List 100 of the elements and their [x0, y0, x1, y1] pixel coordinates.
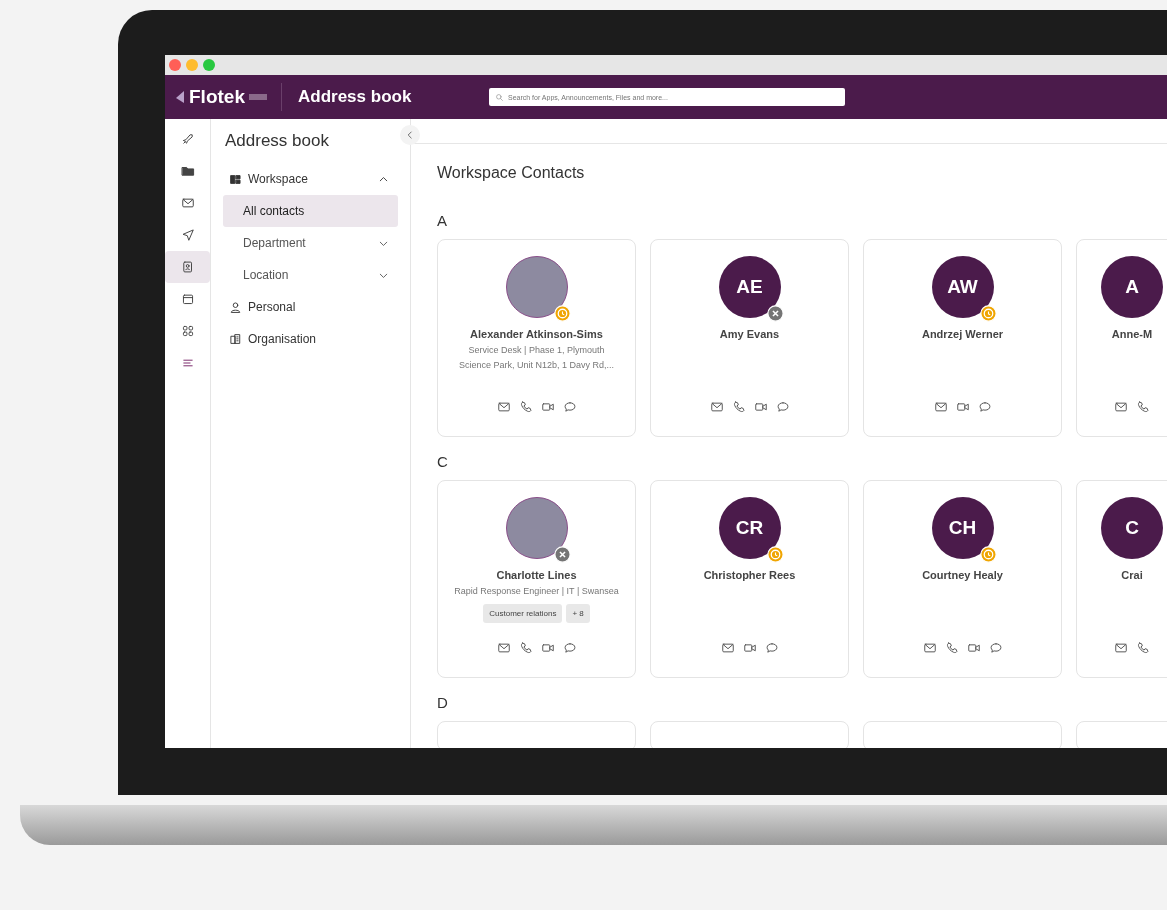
contact-name: Andrzej Werner — [921, 328, 1004, 340]
rocket-icon — [180, 132, 195, 146]
contacts-icon — [180, 260, 195, 274]
chat-icon — [562, 641, 577, 655]
video-icon — [742, 641, 757, 655]
email-button[interactable] — [496, 641, 511, 655]
phone-button[interactable] — [1136, 400, 1150, 414]
email-button[interactable] — [709, 400, 724, 414]
chat-button[interactable] — [562, 641, 577, 655]
phone-icon — [944, 641, 959, 655]
chat-button[interactable] — [977, 400, 992, 414]
tag: Customer relations — [483, 604, 563, 623]
video-icon — [540, 641, 555, 655]
chat-icon — [988, 641, 1003, 655]
sidebar-item[interactable]: All contacts — [223, 195, 398, 227]
mail-icon — [180, 196, 195, 210]
video-button[interactable] — [540, 400, 555, 414]
contact-name: Charlotte Lines — [496, 569, 577, 581]
phone-button[interactable] — [731, 400, 746, 414]
video-icon — [540, 400, 555, 414]
chat-button[interactable] — [775, 400, 790, 414]
app-name: Flotek — [189, 86, 245, 108]
email-button[interactable] — [1114, 400, 1128, 414]
avatar: C — [1101, 497, 1163, 559]
sidebar-item[interactable]: Personal — [223, 291, 398, 323]
tag: + 8 — [566, 604, 590, 623]
email-icon — [720, 641, 735, 655]
sidebar-title: Address book — [225, 131, 330, 151]
video-button[interactable] — [742, 641, 757, 655]
email-icon — [496, 641, 511, 655]
contact-name: Christopher Rees — [703, 569, 796, 581]
contact-name: Anne-M — [1111, 328, 1153, 340]
chat-button[interactable] — [988, 641, 1003, 655]
contact-card[interactable]: Alexander Atkinson-Sims Service Desk | Phase 1, Plymouth Science Park, Unit N12b, 1 Davy Rd,... — [437, 239, 636, 437]
email-icon — [709, 400, 724, 414]
folder-icon — [180, 164, 195, 178]
phone-button[interactable] — [1136, 641, 1150, 655]
email-button[interactable] — [1114, 641, 1128, 655]
contact-details: Rapid Response Engineer | IT | Swansea — [453, 585, 620, 598]
video-icon — [966, 641, 981, 655]
email-icon — [933, 400, 948, 414]
letter-heading: D — [437, 694, 449, 711]
email-button[interactable] — [496, 400, 511, 414]
contact-name: Crai — [1121, 569, 1143, 581]
send-icon — [180, 228, 195, 242]
video-button[interactable] — [966, 641, 981, 655]
video-button[interactable] — [955, 400, 970, 414]
chat-icon — [977, 400, 992, 414]
building-icon — [229, 332, 242, 346]
phone-icon — [731, 400, 746, 414]
contact-card[interactable]: C Crai — [1076, 480, 1167, 678]
sidebar-item[interactable]: Location — [223, 259, 398, 291]
phone-icon — [518, 641, 533, 655]
avatar: CR — [718, 497, 781, 559]
phone-icon — [1136, 641, 1150, 655]
contact-card[interactable]: CR Christopher Rees — [650, 480, 849, 678]
contact-name: Amy Evans — [719, 328, 780, 340]
phone-button[interactable] — [944, 641, 959, 655]
contact-card[interactable]: AE Amy Evans — [650, 239, 849, 437]
phone-button[interactable] — [518, 400, 533, 414]
contact-card[interactable]: CH Courtney Healy — [863, 480, 1062, 678]
sidebar-item[interactable]: Organisation — [223, 323, 398, 355]
logo-icon — [175, 90, 185, 104]
contact-details: Service Desk | Phase 1, Plymouth Science Park, Unit N12b, 1 Davy Rd,... — [457, 344, 616, 372]
avatar: CH — [931, 497, 994, 559]
email-button[interactable] — [933, 400, 948, 414]
chat-button[interactable] — [562, 400, 577, 414]
logo-badge — [248, 94, 267, 100]
letter-heading: C — [437, 453, 449, 470]
contact-card[interactable]: Charlotte Lines Rapid Response Engineer | IT | Swansea Customer relations + 8 — [437, 480, 636, 678]
avatar: AE — [718, 256, 781, 318]
chat-icon — [764, 641, 779, 655]
email-icon — [1114, 400, 1128, 414]
contact-name: Courtney Healy — [922, 569, 1003, 581]
phone-button[interactable] — [518, 641, 533, 655]
contact-card[interactable]: AW Andrzej Werner — [863, 239, 1062, 437]
email-button[interactable] — [922, 641, 937, 655]
phone-icon — [518, 400, 533, 414]
letter-heading: A — [437, 212, 448, 229]
person-icon — [229, 300, 242, 314]
email-button[interactable] — [720, 641, 735, 655]
calendar-icon — [180, 292, 195, 306]
grid-icon — [229, 172, 242, 186]
chat-button[interactable] — [764, 641, 779, 655]
page-title: Address book — [297, 87, 413, 107]
chat-icon — [562, 400, 577, 414]
sidebar-item[interactable]: Department — [223, 227, 398, 259]
contact-card[interactable]: A Anne-M — [1076, 239, 1167, 437]
search-icon — [495, 92, 504, 102]
contact-name: Alexander Atkinson-Sims — [470, 328, 603, 340]
avatar: A — [1101, 256, 1163, 318]
section-heading: Workspace Contacts — [437, 164, 586, 182]
email-icon — [1114, 641, 1128, 655]
video-icon — [955, 400, 970, 414]
chat-icon — [775, 400, 790, 414]
video-button[interactable] — [540, 641, 555, 655]
sidebar-item[interactable]: Workspace — [223, 163, 398, 195]
video-button[interactable] — [753, 400, 768, 414]
email-icon — [922, 641, 937, 655]
video-icon — [753, 400, 768, 414]
